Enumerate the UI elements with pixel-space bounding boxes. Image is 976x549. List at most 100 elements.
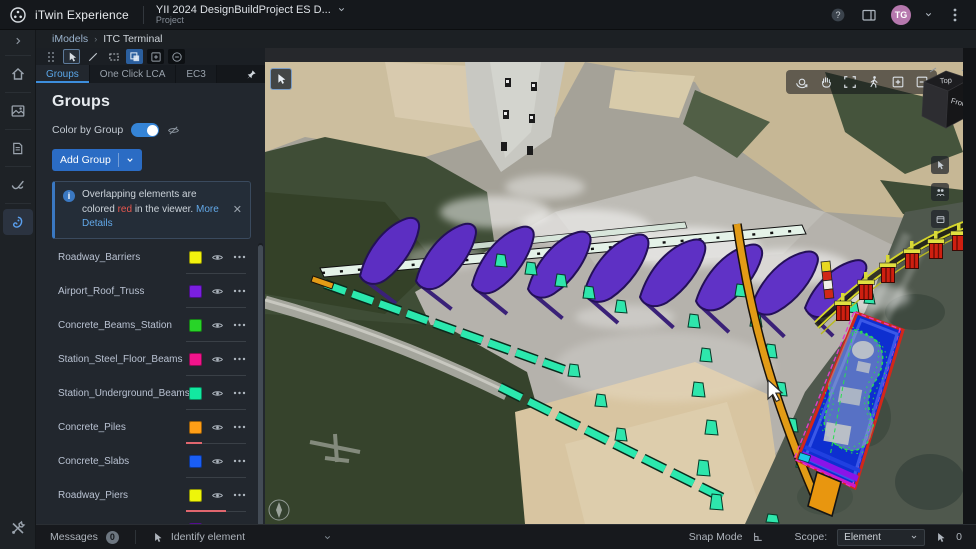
view-cube-top-label[interactable]: Top [939,76,952,86]
avatar-caret-icon[interactable] [924,10,933,19]
visibility-eye-icon[interactable] [211,421,224,434]
visibility-eye-icon[interactable] [211,285,224,298]
group-color-swatch[interactable] [189,285,202,298]
group-color-swatch[interactable] [189,353,202,366]
viewer-3d-canvas[interactable]: Top Front [265,62,963,524]
model-layers-icon[interactable] [931,210,949,228]
snap-mode-icon[interactable] [752,531,764,543]
line-select-tool-button[interactable] [84,49,101,64]
group-row[interactable]: Roadway_Barriers [36,240,256,274]
visibility-eye-icon[interactable] [211,251,224,264]
scope-caret-icon [910,533,918,541]
walk-tool-icon[interactable] [864,73,883,92]
rail-divider [5,166,31,167]
group-row[interactable]: Concrete_Slabs [36,444,256,478]
group-more-icon[interactable] [233,255,246,259]
remove-selection-button[interactable] [168,49,185,64]
snap-mode-label[interactable]: Snap Mode [689,531,743,543]
viewer-toolbar [786,70,937,94]
group-more-icon[interactable] [233,357,246,361]
drag-handle-icon[interactable] [42,49,59,64]
group-row[interactable]: Station_Steel_Floor_Beams [36,342,256,376]
identify-element-label[interactable]: Identify element [171,531,245,543]
group-more-icon[interactable] [233,493,246,497]
isolate-tool-button[interactable] [126,49,143,64]
color-by-group-label: Color by Group [52,124,123,136]
group-more-icon[interactable] [233,459,246,463]
section-tool-icon[interactable] [931,183,949,201]
visibility-eye-icon[interactable] [211,455,224,468]
pick-cursor-icon [935,532,946,543]
nav-admin-tools-icon[interactable] [3,515,33,541]
group-color-swatch[interactable] [189,251,202,264]
visibility-eye-icon[interactable] [211,387,224,400]
group-color-swatch[interactable] [189,455,202,468]
group-more-icon[interactable] [233,391,246,395]
group-row[interactable]: Station_Concrete_Walls [36,512,256,524]
orbit-tool-icon[interactable] [792,73,811,92]
project-name[interactable]: YII 2024 DesignBuildProject ES D... [156,4,331,16]
view-cube[interactable]: Top Front [916,62,963,144]
messages-count-badge[interactable]: 0 [106,531,119,544]
expand-rail-icon[interactable] [3,32,33,50]
box-select-tool-button[interactable] [105,49,122,64]
group-row[interactable]: Concrete_Piles [36,410,256,444]
viewer-select-tool-button[interactable] [270,68,292,90]
user-avatar[interactable]: TG [891,5,911,25]
messages-label[interactable]: Messages [50,531,98,543]
add-selection-button[interactable] [147,49,164,64]
panel-scrollbar[interactable] [258,243,263,520]
breadcrumb-imodels[interactable]: iModels [52,33,88,45]
fit-view-icon[interactable] [840,73,859,92]
group-color-swatch[interactable] [189,387,202,400]
banner-highlight: red [118,204,132,215]
topbar-divider [143,6,144,24]
more-menu-icon[interactable] [946,6,964,24]
nav-map-icon[interactable] [3,98,33,124]
project-type-label: Project [156,16,346,26]
statusbar-chevron-icon[interactable] [323,533,332,542]
group-more-icon[interactable] [233,425,246,429]
help-icon[interactable]: ? [829,6,847,24]
group-list: Roadway_Barriers Airport_Roof_Truss [36,240,256,524]
select-tool-button[interactable] [63,49,80,64]
zoom-in-icon[interactable] [888,73,907,92]
scrollbar-thumb[interactable] [258,245,263,524]
project-switcher[interactable]: YII 2024 DesignBuildProject ES D... Proj… [156,4,346,26]
nav-reports-icon[interactable] [3,135,33,161]
pick-count: 0 [956,531,962,543]
tab-groups[interactable]: Groups [36,65,90,83]
visibility-eye-icon[interactable] [211,489,224,502]
add-group-caret-icon[interactable] [126,156,134,164]
visibility-eye-icon[interactable] [211,319,224,332]
group-color-swatch[interactable] [189,421,202,434]
group-more-icon[interactable] [233,323,246,327]
collapsed-right-panel[interactable] [963,48,976,524]
group-more-icon[interactable] [233,289,246,293]
group-row[interactable]: Station_Underground_Beams [36,376,256,410]
group-row[interactable]: Roadway_Piers [36,478,256,512]
group-color-swatch[interactable] [189,319,202,332]
nav-validation-icon[interactable] [3,172,33,198]
measure-tool-icon[interactable] [931,156,949,174]
nav-home-icon[interactable] [3,61,33,87]
panel-title: Groups [52,93,251,111]
scope-dropdown[interactable]: Element [837,529,925,546]
group-row[interactable]: Concrete_Beams_Station [36,308,256,342]
banner-close-icon[interactable]: ✕ [231,203,244,216]
tab-one-click-lca[interactable]: One Click LCA [90,65,177,83]
panel-layout-icon[interactable] [860,6,878,24]
chevron-down-icon [337,5,346,14]
add-group-button[interactable]: Add Group [52,149,142,171]
visibility-eye-icon[interactable] [211,353,224,366]
pan-tool-icon[interactable] [816,73,835,92]
panel-toolbar [36,48,265,65]
hide-colors-icon[interactable] [167,124,180,137]
nav-carbon-analysis-icon[interactable] [3,209,33,235]
pin-icon[interactable] [246,69,257,80]
color-by-group-toggle[interactable] [131,123,159,137]
tab-ec3[interactable]: EC3 [176,65,216,83]
groups-panel-body: Groups Color by Group Add Group i Overla… [36,83,265,524]
group-row[interactable]: Airport_Roof_Truss [36,274,256,308]
group-color-swatch[interactable] [189,489,202,502]
